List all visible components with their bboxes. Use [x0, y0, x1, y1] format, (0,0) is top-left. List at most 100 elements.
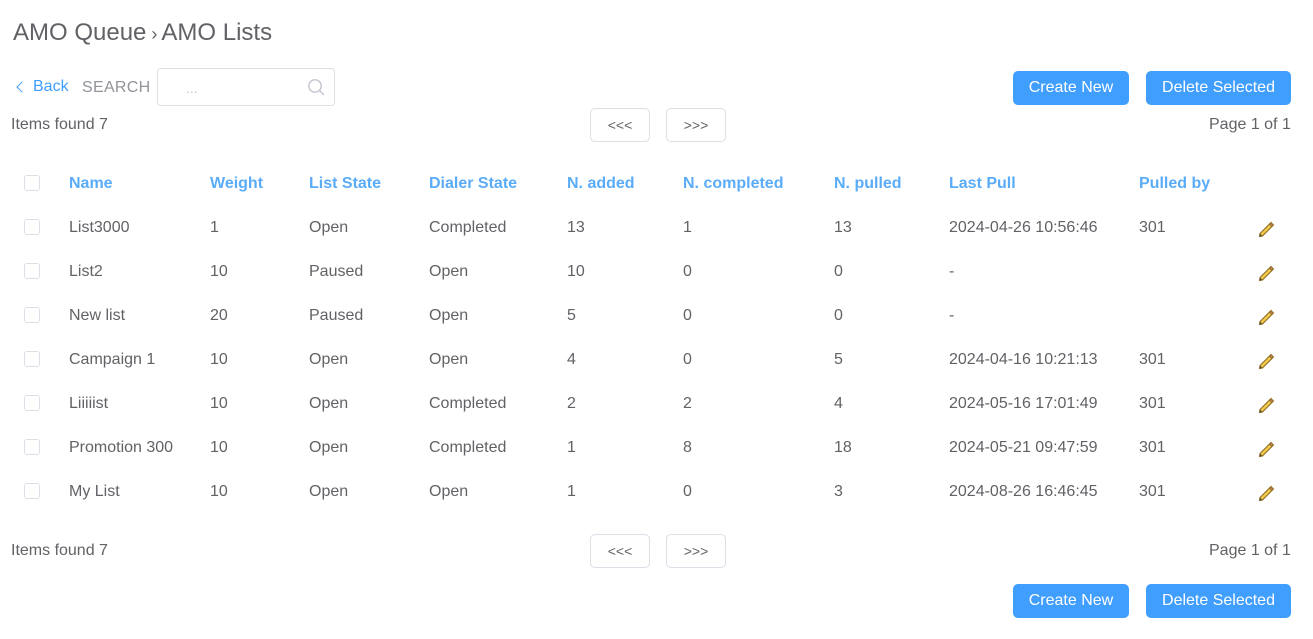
cell-pulled-by: 301: [1139, 351, 1166, 368]
cell-weight: 20: [210, 307, 228, 324]
cell-n-completed: 0: [683, 483, 692, 500]
create-new-button[interactable]: Create New: [1013, 71, 1129, 105]
pencil-icon[interactable]: [1257, 440, 1275, 458]
cell-dialer-state: Completed: [429, 439, 507, 456]
cell-n-pulled: 0: [834, 307, 843, 324]
search-field[interactable]: [157, 68, 335, 106]
items-found-bottom: Items found 7: [11, 542, 108, 559]
search-label: SEARCH: [82, 79, 151, 96]
column-header-n-completed[interactable]: N. completed: [683, 175, 783, 193]
breadcrumb: AMO Queue › AMO Lists: [13, 19, 272, 47]
cell-list-state: Open: [309, 483, 349, 500]
row-checkbox[interactable]: [24, 351, 40, 367]
row-checkbox[interactable]: [24, 483, 40, 499]
cell-last-pull: 2024-05-21 09:47:59: [949, 439, 1098, 456]
back-label: Back: [33, 78, 69, 95]
cell-name: Campaign 1: [69, 351, 156, 368]
pencil-icon[interactable]: [1257, 264, 1275, 282]
search-input[interactable]: [170, 77, 308, 99]
pencil-icon[interactable]: [1257, 308, 1275, 326]
page-info: Page 1 of 1: [1209, 116, 1291, 133]
cell-n-added: 5: [567, 307, 576, 324]
column-header-weight[interactable]: Weight: [210, 175, 263, 193]
cell-weight: 1: [210, 219, 219, 236]
cell-dialer-state: Open: [429, 483, 469, 500]
cell-n-pulled: 4: [834, 395, 843, 412]
cell-last-pull: -: [949, 263, 955, 280]
pencil-icon[interactable]: [1257, 352, 1275, 370]
cell-n-pulled: 5: [834, 351, 843, 368]
select-all-checkbox[interactable]: [24, 175, 40, 191]
back-link[interactable]: Back: [14, 78, 69, 96]
cell-n-pulled: 0: [834, 263, 843, 280]
pencil-icon[interactable]: [1257, 484, 1275, 502]
column-header-n-added[interactable]: N. added: [567, 175, 635, 193]
cell-dialer-state: Open: [429, 307, 469, 324]
cell-list-state: Open: [309, 395, 349, 412]
cell-weight: 10: [210, 395, 228, 412]
cell-n-pulled: 18: [834, 439, 852, 456]
column-header-pulled-by[interactable]: Pulled by: [1139, 175, 1210, 193]
cell-n-pulled: 13: [834, 219, 852, 236]
column-header-dialer-state[interactable]: Dialer State: [429, 175, 517, 193]
breadcrumb-separator: ›: [151, 23, 158, 44]
cell-name: List3000: [69, 219, 130, 236]
cell-list-state: Open: [309, 219, 349, 236]
cell-name: List2: [69, 263, 103, 280]
cell-name: Liiiiist: [69, 395, 109, 412]
column-header-last-pull[interactable]: Last Pull: [949, 175, 1016, 193]
cell-n-added: 10: [567, 263, 585, 280]
row-checkbox[interactable]: [24, 395, 40, 411]
cell-weight: 10: [210, 439, 228, 456]
column-header-list-state[interactable]: List State: [309, 175, 381, 193]
cell-list-state: Open: [309, 439, 349, 456]
next-page-button[interactable]: >>>: [666, 108, 726, 142]
cell-last-pull: 2024-08-26 16:46:45: [949, 483, 1098, 500]
column-header-n-pulled[interactable]: N. pulled: [834, 175, 902, 193]
cell-n-added: 13: [567, 219, 585, 236]
cell-name: New list: [69, 307, 126, 324]
pencil-icon[interactable]: [1257, 396, 1275, 414]
cell-list-state: Paused: [309, 263, 364, 280]
cell-n-pulled: 3: [834, 483, 843, 500]
breadcrumb-parent[interactable]: AMO Queue: [13, 19, 146, 47]
cell-n-completed: 1: [683, 219, 692, 236]
cell-last-pull: 2024-04-16 10:21:13: [949, 351, 1098, 368]
delete-selected-button[interactable]: Delete Selected: [1146, 71, 1291, 105]
column-header-name[interactable]: Name: [69, 175, 113, 193]
cell-dialer-state: Open: [429, 351, 469, 368]
cell-weight: 10: [210, 483, 228, 500]
cell-n-added: 4: [567, 351, 576, 368]
cell-weight: 10: [210, 263, 228, 280]
create-new-button-bottom[interactable]: Create New: [1013, 584, 1129, 618]
cell-last-pull: 2024-04-26 10:56:46: [949, 219, 1098, 236]
cell-pulled-by: 301: [1139, 439, 1166, 456]
search-icon[interactable]: [307, 78, 325, 96]
row-checkbox[interactable]: [24, 263, 40, 279]
page-info-bottom: Page 1 of 1: [1209, 542, 1291, 559]
cell-n-completed: 0: [683, 263, 692, 280]
delete-selected-button-bottom[interactable]: Delete Selected: [1146, 584, 1291, 618]
chevron-left-icon: [16, 81, 28, 93]
row-checkbox[interactable]: [24, 439, 40, 455]
cell-weight: 10: [210, 351, 228, 368]
cell-n-completed: 0: [683, 351, 692, 368]
cell-pulled-by: 301: [1139, 219, 1166, 236]
cell-pulled-by: 301: [1139, 483, 1166, 500]
cell-n-added: 1: [567, 483, 576, 500]
cell-last-pull: 2024-05-16 17:01:49: [949, 395, 1098, 412]
row-checkbox[interactable]: [24, 219, 40, 235]
cell-list-state: Paused: [309, 307, 364, 324]
breadcrumb-current: AMO Lists: [161, 19, 273, 46]
next-page-button-bottom[interactable]: >>>: [666, 534, 726, 568]
cell-list-state: Open: [309, 351, 349, 368]
prev-page-button-bottom[interactable]: <<<: [590, 534, 650, 568]
prev-page-button[interactable]: <<<: [590, 108, 650, 142]
cell-name: Promotion 300: [69, 439, 174, 456]
pencil-icon[interactable]: [1257, 220, 1275, 238]
cell-name: My List: [69, 483, 120, 500]
cell-last-pull: -: [949, 307, 955, 324]
row-checkbox[interactable]: [24, 307, 40, 323]
cell-pulled-by: 301: [1139, 395, 1166, 412]
cell-dialer-state: Completed: [429, 219, 507, 236]
